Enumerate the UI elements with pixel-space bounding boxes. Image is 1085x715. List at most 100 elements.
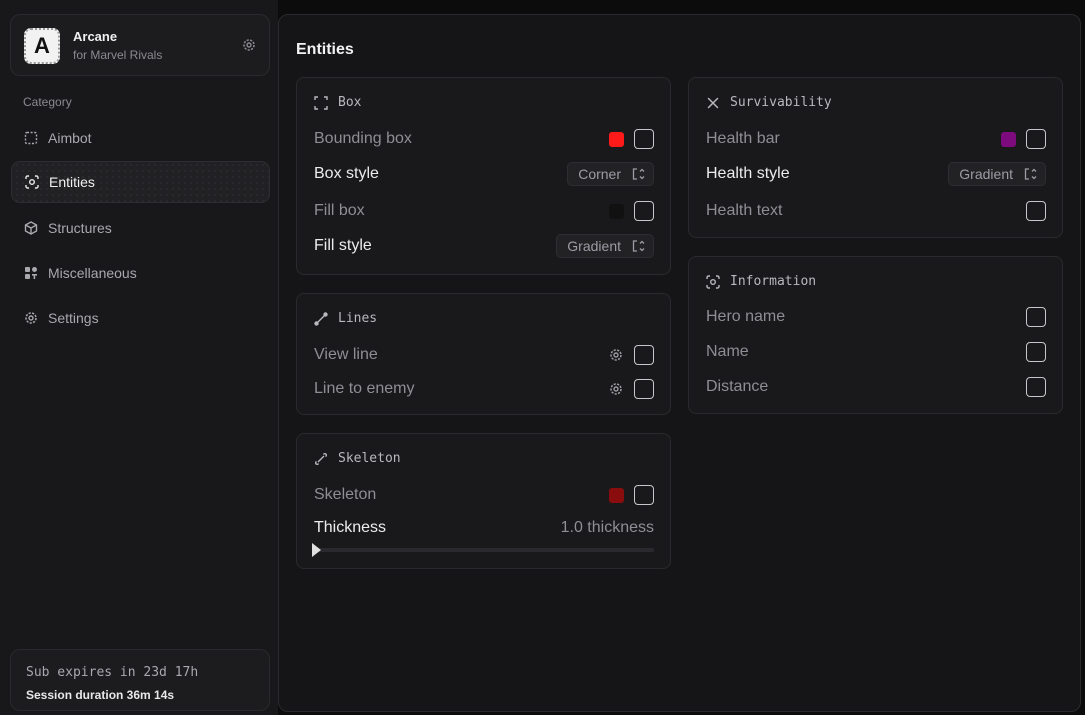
gear-icon[interactable] xyxy=(241,37,257,53)
bounding-box-checkbox[interactable] xyxy=(634,129,654,149)
name-checkbox[interactable] xyxy=(1026,342,1046,362)
sidebar-item-label: Structures xyxy=(48,220,112,236)
session-duration: Session duration 36m 14s xyxy=(26,688,175,702)
fill-box-checkbox[interactable] xyxy=(634,201,654,221)
name-row: Name xyxy=(706,341,1046,363)
card-title: Box xyxy=(338,95,362,110)
select-value: Gradient xyxy=(567,238,621,254)
health-text-checkbox[interactable] xyxy=(1026,201,1046,221)
distance-label: Distance xyxy=(706,378,769,395)
sidebar-item-label: Settings xyxy=(48,310,99,326)
bounding-box-label: Bounding box xyxy=(314,130,412,147)
fill-style-select[interactable]: Gradient xyxy=(556,234,654,258)
information-card: Information Hero name Name Distance xyxy=(688,256,1063,414)
sidebar-item-settings[interactable]: Settings xyxy=(11,297,270,339)
card-title: Information xyxy=(730,274,817,289)
health-text-row: Health text xyxy=(706,200,1046,222)
skeleton-label: Skeleton xyxy=(314,486,377,503)
card-title: Skeleton xyxy=(338,451,401,466)
bounding-box-color-swatch[interactable] xyxy=(609,131,624,147)
sidebar: A Arcane for Marvel Rivals Category Aimb… xyxy=(0,0,278,715)
grid-hash-icon xyxy=(24,266,38,280)
scan-face-icon xyxy=(25,175,39,189)
gear-icon[interactable] xyxy=(608,347,624,363)
health-style-select[interactable]: Gradient xyxy=(948,162,1046,186)
app-logo: A xyxy=(24,28,60,64)
hero-name-label: Hero name xyxy=(706,308,786,325)
health-style-label: Health style xyxy=(706,165,790,182)
page-title: Entities xyxy=(296,41,354,58)
view-line-checkbox[interactable] xyxy=(634,345,654,365)
app-subtitle: for Marvel Rivals xyxy=(73,48,163,62)
hero-name-checkbox[interactable] xyxy=(1026,307,1046,327)
fill-style-row: Fill style Gradient xyxy=(314,234,654,258)
health-text-label: Health text xyxy=(706,202,783,219)
health-bar-row: Health bar xyxy=(706,128,1046,150)
distance-checkbox[interactable] xyxy=(1026,377,1046,397)
thickness-value: 1.0 thickness xyxy=(560,519,654,536)
lines-card: Lines View line Line to enemy xyxy=(296,293,671,415)
select-value: Gradient xyxy=(959,166,1013,182)
sidebar-item-label: Entities xyxy=(49,174,95,190)
box-card: Box Bounding box Box style Corner Fill b… xyxy=(296,77,671,275)
cube-icon xyxy=(24,221,38,235)
sidebar-item-structures[interactable]: Structures xyxy=(11,207,270,249)
distance-row: Distance xyxy=(706,376,1046,398)
name-label: Name xyxy=(706,343,749,360)
select-value: Corner xyxy=(578,166,621,182)
sidebar-item-miscellaneous[interactable]: Miscellaneous xyxy=(11,252,270,294)
card-header: Information xyxy=(706,274,816,289)
gear-icon xyxy=(24,311,38,325)
scan-face-icon xyxy=(706,274,720,289)
line-to-enemy-checkbox[interactable] xyxy=(634,379,654,399)
line-to-enemy-row: Line to enemy xyxy=(314,378,654,400)
box-corners-icon xyxy=(314,95,328,110)
chevron-updown-icon xyxy=(1023,167,1037,181)
sidebar-item-label: Miscellaneous xyxy=(48,265,137,281)
sidebar-item-aimbot[interactable]: Aimbot xyxy=(11,117,270,159)
card-header: Lines xyxy=(314,311,377,326)
chevron-updown-icon xyxy=(631,239,645,253)
main-panel: Entities Box Bounding box Box style Corn… xyxy=(278,14,1081,712)
skeleton-row: Skeleton xyxy=(314,484,654,506)
fill-box-color-swatch[interactable] xyxy=(609,203,624,219)
box-style-label: Box style xyxy=(314,165,379,182)
box-style-row: Box style Corner xyxy=(314,162,654,186)
skeleton-checkbox[interactable] xyxy=(634,485,654,505)
health-style-row: Health style Gradient xyxy=(706,162,1046,186)
card-title: Survivability xyxy=(730,95,832,110)
cross-swords-icon xyxy=(706,96,720,110)
health-bar-label: Health bar xyxy=(706,130,780,147)
session-footer: Sub expires in 23d 17h Session duration … xyxy=(10,649,270,711)
category-label: Category xyxy=(23,95,72,109)
fill-box-label: Fill box xyxy=(314,202,365,219)
view-line-row: View line xyxy=(314,344,654,366)
gear-icon[interactable] xyxy=(608,381,624,397)
brand-card: A Arcane for Marvel Rivals xyxy=(10,14,270,76)
card-title: Lines xyxy=(338,311,378,326)
skeleton-color-swatch[interactable] xyxy=(609,487,624,503)
box-style-select[interactable]: Corner xyxy=(567,162,654,186)
sidebar-item-label: Aimbot xyxy=(48,130,92,146)
health-bar-color-swatch[interactable] xyxy=(1001,131,1016,147)
crosshair-dotted-icon xyxy=(24,131,38,145)
line-segment-icon xyxy=(314,311,328,326)
hero-name-row: Hero name xyxy=(706,306,1046,328)
fill-box-row: Fill box xyxy=(314,200,654,222)
slider-thumb[interactable] xyxy=(312,543,321,557)
subscription-status: Sub expires in 23d 17h xyxy=(26,665,199,680)
fill-style-label: Fill style xyxy=(314,237,372,254)
thickness-row: Thickness 1.0 thickness xyxy=(314,517,654,539)
chevron-updown-icon xyxy=(631,167,645,181)
bone-icon xyxy=(314,452,328,466)
line-to-enemy-label: Line to enemy xyxy=(314,380,415,397)
card-header: Survivability xyxy=(706,95,832,110)
app-name: Arcane xyxy=(73,29,118,44)
health-bar-checkbox[interactable] xyxy=(1026,129,1046,149)
sidebar-item-entities[interactable]: Entities xyxy=(11,161,270,203)
skeleton-card: Skeleton Skeleton Thickness 1.0 thicknes… xyxy=(296,433,671,569)
view-line-label: View line xyxy=(314,346,378,363)
survivability-card: Survivability Health bar Health style Gr… xyxy=(688,77,1063,238)
card-header: Skeleton xyxy=(314,451,401,466)
thickness-slider[interactable] xyxy=(312,543,654,557)
